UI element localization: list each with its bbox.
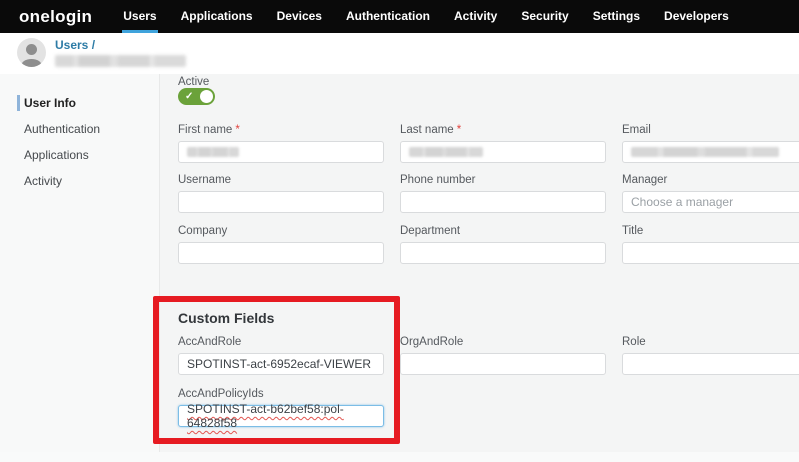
nav-tab-devices[interactable]: Devices bbox=[277, 0, 322, 33]
required-asterisk: * bbox=[235, 124, 239, 136]
username-input[interactable] bbox=[178, 191, 384, 213]
field-username: Username bbox=[178, 174, 384, 213]
role-label: Role bbox=[622, 336, 799, 348]
nav-tab-developers[interactable]: Developers bbox=[664, 0, 729, 33]
field-department: Department bbox=[400, 225, 606, 264]
page-bottom-strip bbox=[0, 452, 799, 462]
sidebar-item-applications[interactable]: Applications bbox=[17, 147, 159, 163]
acc-and-role-label: AccAndRole bbox=[178, 336, 384, 348]
last-name-label: Last name bbox=[400, 124, 454, 136]
email-label: Email bbox=[622, 124, 799, 136]
phone-number-input[interactable] bbox=[400, 191, 606, 213]
toggle-knob bbox=[200, 90, 213, 103]
avatar-shoulders-shape bbox=[21, 59, 42, 67]
redacted-user-name bbox=[55, 55, 186, 67]
breadcrumb[interactable]: Users / bbox=[55, 38, 95, 52]
sidebar-item-authentication[interactable]: Authentication bbox=[17, 121, 159, 137]
avatar-head-shape bbox=[26, 44, 37, 55]
manager-placeholder: Choose a manager bbox=[631, 195, 733, 209]
org-and-role-input[interactable] bbox=[400, 353, 606, 375]
top-nav: onelogin Users Applications Devices Auth… bbox=[0, 0, 799, 33]
field-acc-and-role: AccAndRole SPOTINST-act-6952ecaf-VIEWER bbox=[178, 336, 384, 375]
onelogin-user-page: onelogin Users Applications Devices Auth… bbox=[0, 0, 799, 462]
first-name-input[interactable] bbox=[178, 141, 384, 163]
user-header: Users / bbox=[0, 33, 799, 74]
field-company: Company bbox=[178, 225, 384, 264]
phone-number-label: Phone number bbox=[400, 174, 606, 186]
title-label: Title bbox=[622, 225, 799, 237]
acc-and-policy-ids-input[interactable]: SPOTINST-act-b62bef58:pol-64828f58 bbox=[178, 405, 384, 427]
manager-label: Manager bbox=[622, 174, 799, 186]
email-input[interactable] bbox=[622, 141, 799, 163]
field-first-name: First name* bbox=[178, 124, 384, 163]
nav-tab-security[interactable]: Security bbox=[521, 0, 568, 33]
role-input[interactable] bbox=[622, 353, 799, 375]
acc-and-policy-ids-label: AccAndPolicyIds bbox=[178, 388, 384, 400]
required-asterisk: * bbox=[457, 124, 461, 136]
field-acc-and-policy-ids: AccAndPolicyIds SPOTINST-act-b62bef58:po… bbox=[178, 388, 384, 427]
department-input[interactable] bbox=[400, 242, 606, 264]
redacted-last-name-value bbox=[409, 147, 483, 157]
user-sidebar: User Info Authentication Applications Ac… bbox=[0, 74, 160, 452]
field-last-name: Last name* bbox=[400, 124, 606, 163]
title-input[interactable] bbox=[622, 242, 799, 264]
active-label: Active bbox=[178, 76, 209, 88]
first-name-label: First name bbox=[178, 124, 232, 136]
field-role: Role bbox=[622, 336, 799, 375]
nav-tab-applications[interactable]: Applications bbox=[181, 0, 253, 33]
field-phone-number: Phone number bbox=[400, 174, 606, 213]
sidebar-item-user-info[interactable]: User Info bbox=[17, 95, 159, 111]
field-manager: Manager Choose a manager bbox=[622, 174, 799, 213]
onelogin-logo: onelogin bbox=[19, 7, 92, 27]
field-email: Email bbox=[622, 124, 799, 163]
username-label: Username bbox=[178, 174, 384, 186]
active-toggle[interactable]: ✓ bbox=[178, 88, 215, 105]
sidebar-item-activity[interactable]: Activity bbox=[17, 173, 159, 189]
nav-tab-users[interactable]: Users bbox=[123, 0, 156, 33]
user-info-form: Active ✓ First name* Last name* Email Us… bbox=[160, 74, 799, 452]
custom-fields-heading: Custom Fields bbox=[178, 310, 274, 326]
company-label: Company bbox=[178, 225, 384, 237]
org-and-role-label: OrgAndRole bbox=[400, 336, 606, 348]
company-input[interactable] bbox=[178, 242, 384, 264]
department-label: Department bbox=[400, 225, 606, 237]
field-title: Title bbox=[622, 225, 799, 264]
redacted-email-value bbox=[631, 147, 779, 157]
user-avatar-icon bbox=[17, 38, 46, 67]
nav-tab-authentication[interactable]: Authentication bbox=[346, 0, 430, 33]
nav-tab-settings[interactable]: Settings bbox=[593, 0, 640, 33]
manager-select[interactable]: Choose a manager bbox=[622, 191, 799, 213]
last-name-input[interactable] bbox=[400, 141, 606, 163]
field-org-and-role: OrgAndRole bbox=[400, 336, 606, 375]
toggle-check-icon: ✓ bbox=[185, 88, 193, 105]
redacted-first-name-value bbox=[187, 147, 239, 157]
acc-and-role-input[interactable]: SPOTINST-act-6952ecaf-VIEWER bbox=[178, 353, 384, 375]
nav-tab-activity[interactable]: Activity bbox=[454, 0, 497, 33]
